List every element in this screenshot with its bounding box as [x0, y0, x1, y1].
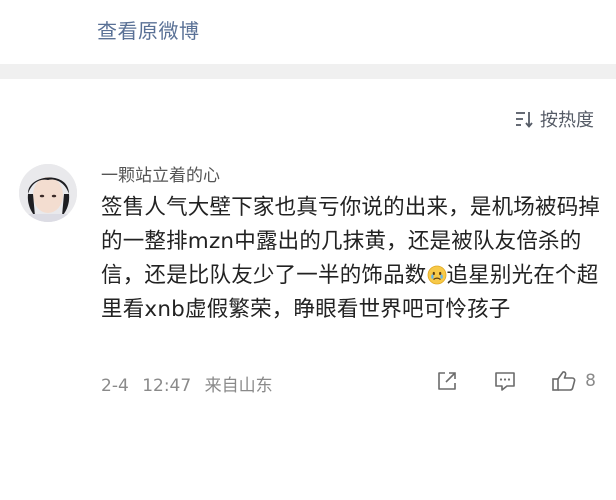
comment-item: 一颗站立着的心 签售人气大壁下家也真亏你说的出来，是机场被码掉的一整排mzn中露… [0, 159, 616, 499]
comment-icon [495, 372, 515, 391]
avatar[interactable] [19, 164, 77, 222]
like-button[interactable]: 8 [551, 369, 596, 393]
view-original-post-link[interactable]: 查看原微博 [97, 15, 200, 44]
sort-by-hot-button[interactable]: 按热度 [514, 106, 594, 132]
comment-username[interactable]: 一颗站立着的心 [101, 161, 220, 186]
comment-meta: 2-4 12:47 来自山东 [101, 371, 273, 396]
share-button[interactable] [435, 369, 459, 393]
comment-date: 2-4 [101, 376, 129, 396]
comment-actions: 8 [435, 369, 596, 393]
sort-bar: 按热度 [0, 79, 616, 159]
thumbs-up-icon [552, 371, 576, 391]
original-post-link-area: 查看原微博 [0, 0, 616, 64]
comment-text: 签售人气大壁下家也真亏你说的出来，是机场被码掉的一整排mzn中露出的几抹黄，还是… [101, 191, 601, 327]
crying-face-emoji-icon [427, 262, 447, 285]
comment-location: 来自山东 [204, 376, 273, 396]
share-icon [438, 372, 456, 390]
section-divider [0, 64, 616, 79]
sort-label: 按热度 [540, 110, 594, 131]
sort-lines-icon [514, 109, 536, 129]
comment-time: 12:47 [142, 376, 192, 396]
reply-button[interactable] [493, 369, 517, 393]
like-count: 8 [585, 371, 596, 391]
